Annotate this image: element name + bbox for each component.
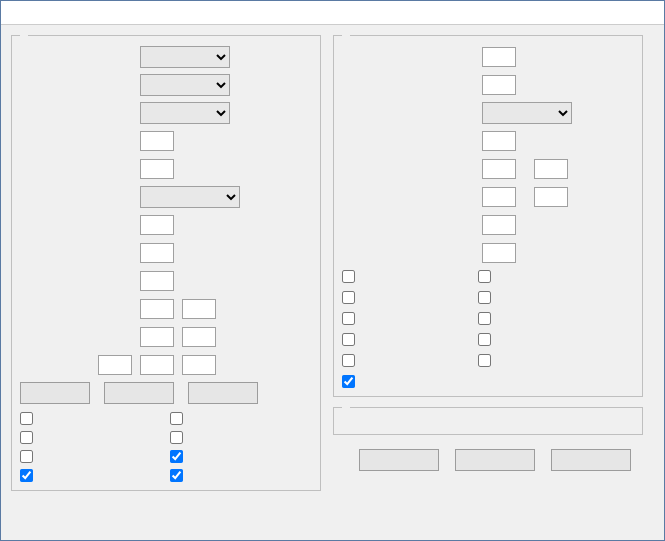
- n-base-trim-value-input[interactable]: [140, 327, 174, 347]
- stealth-mode-check[interactable]: [342, 291, 472, 304]
- phd-file-output-select[interactable]: [140, 102, 230, 124]
- check-new-files-input[interactable]: [140, 271, 174, 291]
- reset-button[interactable]: [551, 449, 631, 471]
- q-average-trim-window-input[interactable]: [182, 299, 216, 319]
- extra-smoothing-base-input[interactable]: [534, 187, 568, 207]
- good-quality-threshold-input[interactable]: [482, 75, 516, 95]
- qualtrace-button[interactable]: [188, 382, 258, 404]
- use-edited-basecalls-checkbox[interactable]: [478, 354, 491, 367]
- good-base-improvement-input[interactable]: [482, 47, 516, 67]
- clear-range-trim-start-input[interactable]: [482, 159, 516, 179]
- set-abi-limits-check[interactable]: [342, 375, 472, 388]
- advanced-options-group: [333, 35, 643, 397]
- window: [0, 0, 665, 541]
- check-for-update-checkbox[interactable]: [20, 469, 33, 482]
- no-peak-resolution-check[interactable]: [342, 312, 472, 325]
- clear-range-trim-end-input[interactable]: [534, 159, 568, 179]
- copy-other-files-checkbox[interactable]: [20, 412, 33, 425]
- save-button[interactable]: [359, 449, 439, 471]
- no-peak-resolution-checkbox[interactable]: [342, 312, 355, 325]
- true-profile-check[interactable]: [20, 431, 162, 444]
- trace-file-output-select[interactable]: [140, 46, 230, 68]
- mixed-peak-threshold-input[interactable]: [140, 159, 174, 179]
- trim-3-end-only-check[interactable]: [170, 450, 312, 463]
- q-count-trim-value-input[interactable]: [98, 355, 132, 375]
- auto-start-checkbox[interactable]: [170, 412, 183, 425]
- auto-start-check[interactable]: [170, 412, 312, 425]
- license-button[interactable]: [20, 382, 90, 404]
- n-base-trim-window-input[interactable]: [182, 327, 216, 347]
- fuse-basecall-at-base-input[interactable]: [140, 243, 174, 263]
- simple-mixed-basecall-check[interactable]: [478, 312, 634, 325]
- set-abi-limits-checkbox[interactable]: [342, 375, 355, 388]
- force-processing-check[interactable]: [342, 270, 472, 283]
- cancel-button[interactable]: [455, 449, 535, 471]
- clean-baseline-checkbox[interactable]: [170, 469, 183, 482]
- q-count-trim-window-input[interactable]: [182, 355, 216, 375]
- extra-baseline-input[interactable]: [482, 243, 516, 263]
- extra-normalization-checkbox[interactable]: [478, 333, 491, 346]
- signal-start-peak-select[interactable]: [482, 102, 572, 124]
- noise-raw-data-checkbox[interactable]: [478, 291, 491, 304]
- titlebar: [1, 1, 664, 25]
- right-column: [333, 35, 643, 491]
- skip-short-traces-check[interactable]: [170, 431, 312, 444]
- options-group: [11, 35, 321, 491]
- archive-traces-checkbox[interactable]: [20, 450, 33, 463]
- use-edited-basecalls-check[interactable]: [478, 354, 634, 367]
- secondary-noise-peaks-input[interactable]: [482, 215, 516, 235]
- true-profile-checkbox[interactable]: [20, 431, 33, 444]
- skip-short-pcr-base-input[interactable]: [482, 131, 516, 151]
- simple-mixed-basecall-checkbox[interactable]: [478, 312, 491, 325]
- unicode-logfile-checkbox[interactable]: [342, 333, 355, 346]
- left-column: [11, 35, 321, 491]
- archive-traces-check[interactable]: [20, 450, 162, 463]
- proxy-button[interactable]: [104, 382, 174, 404]
- trim-improved-only-check[interactable]: [478, 270, 634, 283]
- noise-raw-data-check[interactable]: [478, 291, 634, 304]
- basecaller-select[interactable]: [140, 186, 240, 208]
- unicode-logfile-check[interactable]: [342, 333, 472, 346]
- n-base-threshold-input[interactable]: [140, 131, 174, 151]
- q-average-trim-value-input[interactable]: [140, 299, 174, 319]
- peaktrace-license-group: [333, 407, 643, 435]
- trim-improved-only-checkbox[interactable]: [478, 270, 491, 283]
- q-count-trim-bases-input[interactable]: [140, 355, 174, 375]
- clean-baseline-check[interactable]: [170, 469, 312, 482]
- content: [1, 25, 664, 497]
- seq-file-output-select[interactable]: [140, 74, 230, 96]
- copy-other-files-check[interactable]: [20, 412, 162, 425]
- stealth-mode-checkbox[interactable]: [342, 291, 355, 304]
- check-for-update-check[interactable]: [20, 469, 162, 482]
- input-overwrite-check[interactable]: [342, 354, 472, 367]
- extra-normalization-check[interactable]: [478, 333, 634, 346]
- skip-short-traces-checkbox[interactable]: [170, 431, 183, 444]
- trim-3-end-only-checkbox[interactable]: [170, 450, 183, 463]
- force-processing-checkbox[interactable]: [342, 270, 355, 283]
- fuse-trace-at-base-input[interactable]: [140, 215, 174, 235]
- input-overwrite-checkbox[interactable]: [342, 354, 355, 367]
- extra-smoothing-level-input[interactable]: [482, 187, 516, 207]
- footer-buttons: [333, 445, 643, 471]
